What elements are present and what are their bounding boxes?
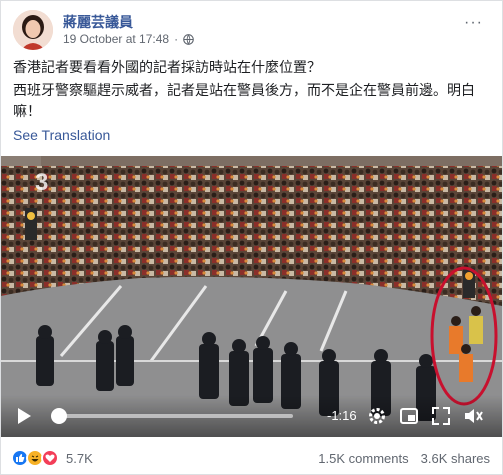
reaction-count[interactable]: 5.7K xyxy=(66,451,93,466)
shares-count-link[interactable]: 3.6K shares xyxy=(421,451,490,466)
post-meta: 19 October at 17:48 · xyxy=(63,32,194,46)
picture-in-picture-icon[interactable] xyxy=(399,406,419,426)
post-timestamp[interactable]: 19 October at 17:48 xyxy=(63,32,169,46)
post-text: 香港記者要看看外國的記者採訪時站在什麼位置？ 西班牙警察驅趕示威者，記者是站在警… xyxy=(13,58,491,125)
progress-scrubber[interactable] xyxy=(51,408,67,424)
page-name-link[interactable]: 蔣麗芸議員 xyxy=(63,12,133,32)
post-header: 蔣麗芸議員 19 October at 17:48 · ··· xyxy=(13,10,483,50)
see-translation-link[interactable]: See Translation xyxy=(13,127,110,143)
post-footer: 5.7K 1.5K comments 3.6K shares xyxy=(1,441,502,475)
globe-icon xyxy=(183,33,194,45)
facebook-post-card: 蔣麗芸議員 19 October at 17:48 · ··· 香港記者要看看外… xyxy=(0,0,503,475)
post-line-1: 香港記者要看看外國的記者採訪時站在什麼位置？ xyxy=(13,60,321,76)
progress-bar[interactable] xyxy=(53,414,293,418)
settings-gear-icon[interactable] xyxy=(367,406,387,426)
avatar[interactable] xyxy=(13,10,53,50)
time-remaining: -1:16 xyxy=(327,408,357,423)
engagement-stats: 1.5K comments 3.6K shares xyxy=(318,451,490,466)
more-options-icon[interactable]: ··· xyxy=(464,14,483,32)
play-icon[interactable] xyxy=(15,407,33,425)
fullscreen-icon[interactable] xyxy=(431,406,451,426)
love-icon xyxy=(41,449,59,467)
channel-watermark: 3 xyxy=(35,169,48,196)
video-player[interactable]: 3 -1:16 xyxy=(1,156,502,437)
video-controls: -1:16 xyxy=(1,395,502,437)
post-line-2: 西班牙警察驅趕示威者，記者是站在警員後方，而不是企在警員前邊。明白嘛！ xyxy=(13,83,475,120)
meta-separator: · xyxy=(174,32,179,46)
volume-icon[interactable] xyxy=(463,406,483,426)
comments-count-link[interactable]: 1.5K comments xyxy=(318,451,408,466)
reactions-summary[interactable]: 5.7K xyxy=(11,449,93,467)
